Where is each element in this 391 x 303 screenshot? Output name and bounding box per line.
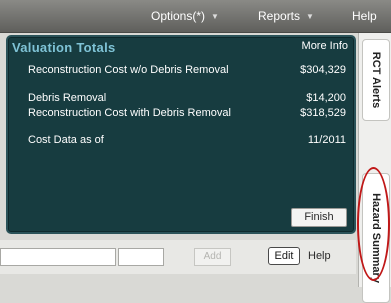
finish-button[interactable]: Finish <box>291 208 347 227</box>
options-menu[interactable]: Options(*) ▼ <box>151 9 219 23</box>
row-value: $318,529 <box>300 107 346 119</box>
more-info-link[interactable]: More Info <box>302 40 348 52</box>
row-label: Debris Removal <box>28 92 107 104</box>
options-menu-label: Options(*) <box>151 9 206 23</box>
top-toolbar: Options(*) ▼ Reports ▼ Help <box>0 0 391 33</box>
help-menu-label: Help <box>352 9 377 23</box>
panel-title: Valuation Totals <box>12 40 116 55</box>
text-field[interactable] <box>0 248 116 266</box>
help-link[interactable]: Help <box>308 250 331 262</box>
row-value: 11/2011 <box>307 134 346 146</box>
bottom-form-row: Add Edit Help <box>0 240 356 274</box>
row-label: Reconstruction Cost with Debris Removal <box>28 107 231 119</box>
help-menu[interactable]: Help <box>352 9 377 23</box>
chevron-down-icon: ▼ <box>211 12 219 21</box>
tab-hazard-summary[interactable]: Hazard Summary <box>362 173 390 303</box>
chevron-down-icon: ▼ <box>306 12 314 21</box>
tab-rct-alerts[interactable]: RCT Alerts <box>362 39 390 121</box>
row-label: Reconstruction Cost w/o Debris Removal <box>28 64 229 76</box>
tab-hazard-summary-label: Hazard Summary <box>370 193 382 283</box>
side-tab-strip: RCT Alerts Hazard Summary <box>358 33 391 303</box>
text-field[interactable] <box>118 248 164 266</box>
add-button[interactable]: Add <box>194 248 231 266</box>
tab-rct-alerts-label: RCT Alerts <box>370 51 382 109</box>
edit-button[interactable]: Edit <box>268 247 300 265</box>
row-label: Cost Data as of <box>28 134 104 146</box>
reports-menu-label: Reports <box>258 9 301 23</box>
valuation-totals-panel: Valuation Totals More Info Reconstructio… <box>6 35 356 234</box>
reports-menu[interactable]: Reports ▼ <box>258 9 314 23</box>
row-value: $304,329 <box>300 64 346 76</box>
row-value: $14,200 <box>306 92 346 104</box>
